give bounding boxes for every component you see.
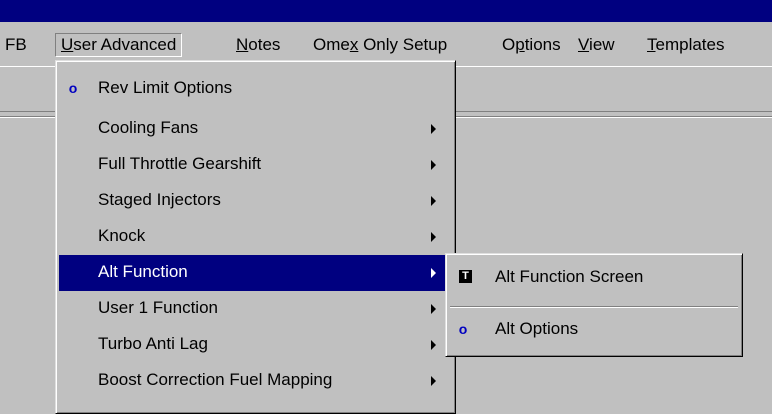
menu-item-label: Turbo Anti Lag: [98, 334, 208, 353]
menu-fb[interactable]: FB: [5, 34, 27, 56]
menu-item-label: Alt Options: [495, 319, 579, 338]
menu-notes[interactable]: Notes: [236, 34, 280, 56]
menu-item-boost-correction-fuel-mapping[interactable]: Boost Correction Fuel Mapping: [59, 363, 452, 399]
menu-item-user-1-function[interactable]: User 1 Function: [59, 291, 452, 327]
menu-item-label: Staged Injectors: [98, 190, 221, 209]
menu-user-advanced-label: ser Advanced: [73, 35, 177, 54]
menu-fb-label: FB: [5, 35, 27, 54]
menu-user-advanced-mnemonic: U: [61, 35, 74, 54]
submenu-arrow-icon: [431, 160, 436, 170]
user-advanced-dropdown: o Rev Limit Options Cooling Fans Full Th…: [55, 60, 456, 414]
menu-item-label: Knock: [98, 226, 146, 245]
menu-item-label: Alt Function Screen: [495, 267, 644, 286]
menu-omex-only-setup[interactable]: Omex Only Setup: [313, 34, 447, 56]
menu-view-label: iew: [589, 35, 615, 54]
t-icon: T: [459, 270, 472, 283]
menu-item-rev-limit-options[interactable]: o Rev Limit Options: [59, 71, 452, 107]
menu-item-alt-function[interactable]: Alt Function: [59, 255, 452, 291]
menu-item-label: User 1 Function: [98, 298, 218, 317]
menu-templates-mnemonic: T: [647, 35, 656, 54]
menu-options-label-b: tions: [524, 35, 561, 54]
menu-options-label-a: O: [502, 35, 516, 54]
menu-notes-label: otes: [248, 35, 281, 54]
alt-function-submenu: T Alt Function Screen o Alt Options: [445, 253, 743, 357]
o-icon: o: [458, 321, 468, 337]
title-bar: [0, 0, 772, 22]
menu-item-alt-function-screen[interactable]: T Alt Function Screen: [449, 260, 739, 296]
menu-item-turbo-anti-lag[interactable]: Turbo Anti Lag: [59, 327, 452, 363]
menu-item-label: Full Throttle Gearshift: [98, 154, 262, 173]
menu-item-alt-options[interactable]: o Alt Options: [449, 312, 739, 348]
menu-view-mnemonic: V: [578, 35, 590, 54]
menu-item-staged-injectors[interactable]: Staged Injectors: [59, 183, 452, 219]
menu-item-knock[interactable]: Knock: [59, 219, 452, 255]
menu-omex-label-a: Ome: [313, 35, 350, 54]
menu-view[interactable]: View: [578, 34, 615, 56]
menu-separator: [450, 306, 738, 308]
submenu-arrow-icon: [431, 340, 436, 350]
menu-templates[interactable]: Templates: [647, 34, 724, 56]
menu-item-label: Cooling Fans: [98, 118, 199, 137]
submenu-arrow-icon: [431, 196, 436, 206]
menu-options[interactable]: Options: [502, 34, 561, 56]
submenu-arrow-icon: [431, 304, 436, 314]
menu-user-advanced[interactable]: User Advanced: [55, 33, 183, 57]
menu-item-full-throttle-gearshift[interactable]: Full Throttle Gearshift: [59, 147, 452, 183]
menu-item-label: Rev Limit Options: [98, 78, 233, 97]
menu-omex-label-b: Only Setup: [358, 35, 448, 54]
submenu-arrow-icon: [431, 232, 436, 242]
menu-item-label: Alt Function: [98, 262, 188, 281]
submenu-arrow-icon: [431, 124, 436, 134]
o-icon: o: [68, 80, 78, 96]
menu-item-cooling-fans[interactable]: Cooling Fans: [59, 111, 452, 147]
submenu-arrow-icon: [431, 376, 436, 386]
menu-notes-mnemonic: N: [236, 35, 249, 54]
menu-options-mnemonic: p: [515, 35, 525, 54]
menu-templates-label: emplates: [655, 35, 725, 54]
submenu-arrow-icon: [431, 268, 436, 278]
menu-item-label: Boost Correction Fuel Mapping: [98, 370, 333, 389]
